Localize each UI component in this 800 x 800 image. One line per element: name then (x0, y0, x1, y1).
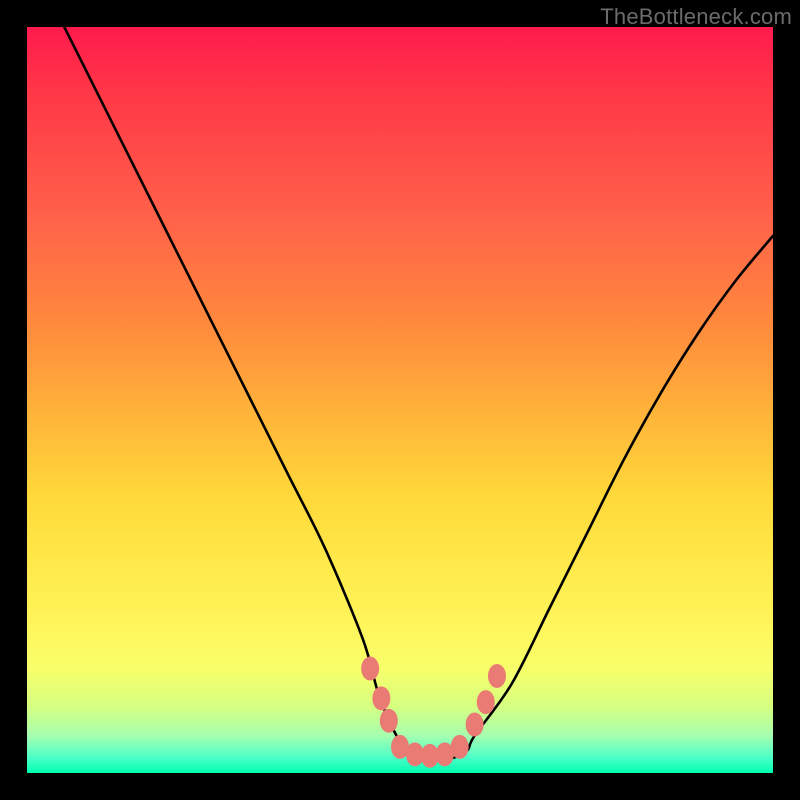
curve-layer (27, 27, 773, 773)
curve-marker (488, 664, 506, 688)
gradient-plot-area (27, 27, 773, 773)
bottleneck-curve (64, 27, 773, 759)
chart-frame: TheBottleneck.com (0, 0, 800, 800)
watermark-text: TheBottleneck.com (600, 4, 792, 30)
curve-markers (361, 657, 506, 768)
curve-marker (466, 713, 484, 737)
curve-marker (451, 735, 469, 759)
curve-marker (477, 690, 495, 714)
curve-marker (380, 709, 398, 733)
curve-marker (372, 686, 390, 710)
curve-marker (361, 657, 379, 681)
